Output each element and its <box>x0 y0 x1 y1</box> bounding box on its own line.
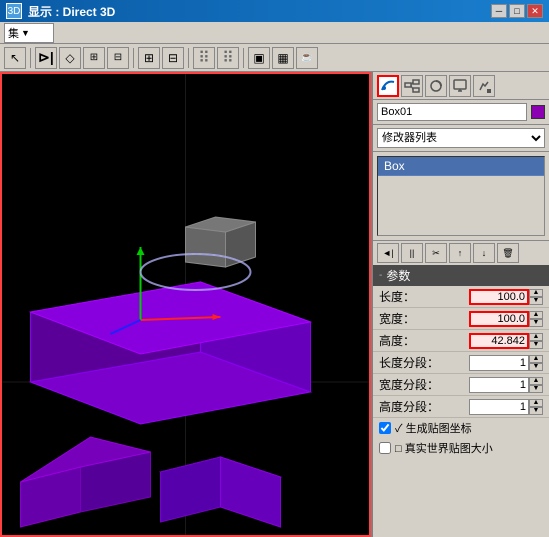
param-label-height: 高度： <box>379 332 469 349</box>
panel-display-button[interactable] <box>449 75 471 97</box>
spin-up-width[interactable]: ▲ <box>529 311 543 319</box>
mod-scissors-button[interactable]: ✂ <box>425 243 447 263</box>
dots-button[interactable]: ⠿ <box>193 47 215 69</box>
param-input-wid-seg[interactable] <box>469 377 529 393</box>
menu-set-select[interactable]: 集 ▼ <box>4 23 54 43</box>
right-panel: 修改器列表 Box ◄| || ✂ ↑ ↓ 🗑 <box>371 72 549 537</box>
object-color-swatch[interactable] <box>531 105 545 119</box>
modifier-dropdown-row: 修改器列表 <box>373 125 549 152</box>
param-label-length: 长度： <box>379 288 469 305</box>
mod-up-button[interactable]: ↑ <box>449 243 471 263</box>
spin-up-wid-seg[interactable]: ▲ <box>529 377 543 385</box>
paint-button[interactable]: ◇ <box>59 47 81 69</box>
param-row-wid-seg: 宽度分段： ▲ ▼ <box>373 374 549 396</box>
param-spinner-height: ▲ ▼ <box>529 333 543 349</box>
param-label-hgt-seg: 高度分段： <box>379 398 469 415</box>
params-title: 参数 <box>386 267 410 284</box>
param-label-width: 宽度： <box>379 310 469 327</box>
modifier-list[interactable]: Box <box>377 156 545 236</box>
viewport[interactable] <box>0 72 371 537</box>
checkbox-label-uvw: ✓ 生成贴图坐标 <box>395 420 472 436</box>
select-button[interactable]: ⊳| <box>35 47 57 69</box>
param-row-height: 高度： ▲ ▼ <box>373 330 549 352</box>
object-name-input[interactable] <box>377 103 527 121</box>
app-icon: 3D <box>6 3 22 19</box>
spin-up-hgt-seg[interactable]: ▲ <box>529 399 543 407</box>
menu-bar: 集 ▼ <box>0 22 549 44</box>
param-row-hgt-seg: 高度分段： ▲ ▼ <box>373 396 549 418</box>
spin-up-len-seg[interactable]: ▲ <box>529 355 543 363</box>
param-input-height[interactable] <box>469 333 529 349</box>
spin-down-width[interactable]: ▼ <box>529 319 543 327</box>
dots2-button[interactable]: ⠿ <box>217 47 239 69</box>
spin-down-height[interactable]: ▼ <box>529 341 543 349</box>
param-spinner-length: ▲ ▼ <box>529 289 543 305</box>
param-row-width: 宽度： ▲ ▼ <box>373 308 549 330</box>
spin-up-height[interactable]: ▲ <box>529 333 543 341</box>
toolbar-separator <box>30 48 31 68</box>
maximize-button[interactable]: □ <box>509 4 525 18</box>
modifier-item-box[interactable]: Box <box>378 157 544 176</box>
main-area: 修改器列表 Box ◄| || ✂ ↑ ↓ 🗑 <box>0 72 549 537</box>
checkbox-row-realworld: □ 真实世界贴图大小 <box>373 438 549 458</box>
mod-delete-button[interactable]: 🗑 <box>497 243 519 263</box>
link-button[interactable]: ⊞ <box>83 47 105 69</box>
modifier-buttons: ◄| || ✂ ↑ ↓ 🗑 <box>373 240 549 265</box>
viewport-scene <box>0 72 371 537</box>
cursor-tool-button[interactable]: ↖ <box>4 47 26 69</box>
param-row-length: 长度： ▲ ▼ <box>373 286 549 308</box>
teapot-button[interactable]: ☕ <box>296 47 318 69</box>
param-input-length[interactable] <box>469 289 529 305</box>
toolbar-sep2 <box>133 48 134 68</box>
table2-button[interactable]: ⊟ <box>162 47 184 69</box>
unlink-button[interactable]: ⊟ <box>107 47 129 69</box>
panel-modify-button[interactable] <box>377 75 399 97</box>
title-text: 显示 : Direct 3D <box>28 3 115 20</box>
param-row-len-seg: 长度分段： ▲ ▼ <box>373 352 549 374</box>
checkbox-label-realworld: □ 真实世界贴图大小 <box>395 440 493 456</box>
spin-down-wid-seg[interactable]: ▼ <box>529 385 543 393</box>
checkbox-uvw[interactable] <box>379 422 391 434</box>
mod-down-button[interactable]: ↓ <box>473 243 495 263</box>
spin-down-hgt-seg[interactable]: ▼ <box>529 407 543 415</box>
title-bar: 3D 显示 : Direct 3D ─ □ ✕ <box>0 0 549 22</box>
param-input-len-seg[interactable] <box>469 355 529 371</box>
table-button[interactable]: ⊞ <box>138 47 160 69</box>
panel-hierarchy-button[interactable] <box>401 75 423 97</box>
param-spinner-len-seg: ▲ ▼ <box>529 355 543 371</box>
toolbar-sep4 <box>243 48 244 68</box>
param-label-wid-seg: 宽度分段： <box>379 376 469 393</box>
param-spinner-wid-seg: ▲ ▼ <box>529 377 543 393</box>
parameters-section: - 参数 长度： ▲ ▼ 宽度： ▲ ▼ <box>373 265 549 537</box>
minimize-button[interactable]: ─ <box>491 4 507 18</box>
panel-toolbar <box>373 72 549 100</box>
checkbox-row-uvw: ✓ 生成贴图坐标 <box>373 418 549 438</box>
title-buttons: ─ □ ✕ <box>491 4 543 18</box>
params-toggle: - <box>379 270 382 281</box>
display-button[interactable]: ▦ <box>272 47 294 69</box>
main-toolbar: ↖ ⊳| ◇ ⊞ ⊟ ⊞ ⊟ ⠿ ⠿ ▣ ▦ ☕ <box>0 44 549 72</box>
title-bar-left: 3D 显示 : Direct 3D <box>6 3 115 20</box>
modifier-list-select[interactable]: 修改器列表 <box>377 128 545 148</box>
object-name-row <box>373 100 549 125</box>
param-spinner-hgt-seg: ▲ ▼ <box>529 399 543 415</box>
camera-button[interactable]: ▣ <box>248 47 270 69</box>
params-header[interactable]: - 参数 <box>373 265 549 286</box>
param-input-hgt-seg[interactable] <box>469 399 529 415</box>
mod-pipe-button[interactable]: || <box>401 243 423 263</box>
panel-motion-button[interactable] <box>425 75 447 97</box>
toolbar-sep3 <box>188 48 189 68</box>
param-spinner-width: ▲ ▼ <box>529 311 543 327</box>
param-label-len-seg: 长度分段： <box>379 354 469 371</box>
spin-up-length[interactable]: ▲ <box>529 289 543 297</box>
param-input-width[interactable] <box>469 311 529 327</box>
panel-utilities-button[interactable] <box>473 75 495 97</box>
checkbox-realworld[interactable] <box>379 442 391 454</box>
mod-pin-button[interactable]: ◄| <box>377 243 399 263</box>
spin-down-len-seg[interactable]: ▼ <box>529 363 543 371</box>
close-button[interactable]: ✕ <box>527 4 543 18</box>
spin-down-length[interactable]: ▼ <box>529 297 543 305</box>
